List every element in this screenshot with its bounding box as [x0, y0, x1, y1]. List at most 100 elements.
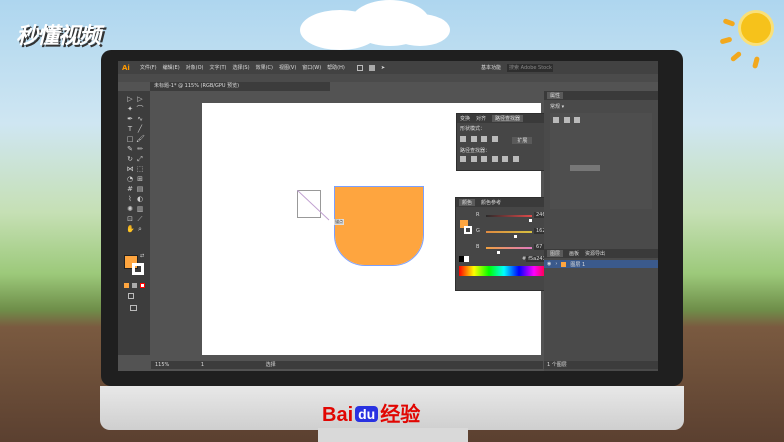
- hand-tool-icon[interactable]: ✋: [126, 225, 135, 233]
- curvature-tool-icon[interactable]: ∿: [136, 115, 144, 123]
- slider-thumb-g[interactable]: [514, 235, 518, 238]
- menu-file[interactable]: 文件(F): [140, 64, 157, 71]
- arrange-icon[interactable]: [356, 64, 363, 71]
- search-stock-input[interactable]: 搜索 Adobe Stock: [507, 63, 554, 72]
- menu-bar: Ai 文件(F) 编辑(E) 对象(O) 文字(T) 选择(S) 效果(C) 视…: [118, 61, 658, 74]
- mesh-tool-icon[interactable]: #: [126, 185, 134, 193]
- draw-mode-icon[interactable]: [128, 293, 134, 299]
- menu-view[interactable]: 视图(V): [279, 64, 296, 71]
- tab-align[interactable]: 对齐: [476, 115, 486, 122]
- align-center-icon[interactable]: [563, 117, 570, 123]
- grid-icon[interactable]: [368, 64, 375, 71]
- shape-modes-row: 扩展: [457, 134, 551, 144]
- visibility-eye-icon[interactable]: ◉: [547, 261, 551, 267]
- tab-artboards[interactable]: 画板: [569, 250, 579, 257]
- menu-type[interactable]: 文字(T): [210, 64, 227, 71]
- selected-rounded-shape[interactable]: [334, 186, 424, 266]
- layer-row[interactable]: ◉ › 图层 1: [544, 260, 658, 268]
- mode-dropdown[interactable]: 常规 ▾: [550, 103, 652, 110]
- exclude-icon[interactable]: [491, 136, 498, 142]
- expand-button[interactable]: 扩展: [512, 137, 533, 144]
- channel-g-slider[interactable]: [486, 231, 532, 233]
- outline-icon[interactable]: [502, 156, 509, 162]
- minus-back-icon[interactable]: [512, 156, 519, 162]
- shaper-tool-icon[interactable]: ✎: [126, 145, 134, 153]
- screen-mode-icon[interactable]: [130, 305, 137, 311]
- menu-effect[interactable]: 效果(C): [256, 64, 273, 71]
- line-tool-icon[interactable]: ╱: [136, 125, 144, 133]
- menu-object[interactable]: 对象(O): [186, 64, 204, 71]
- merge-icon[interactable]: [481, 156, 488, 162]
- minus-front-icon[interactable]: [470, 136, 477, 142]
- tab-pathfinder[interactable]: 路径查找器: [492, 115, 524, 122]
- selection-tool-icon[interactable]: ▷: [126, 95, 134, 103]
- slider-thumb-r[interactable]: [529, 219, 533, 222]
- anchor-point-label: 锚点: [334, 219, 344, 225]
- align-left-icon[interactable]: [553, 117, 559, 123]
- gradient-tool-icon[interactable]: ▤: [136, 185, 144, 193]
- align-right-icon[interactable]: [574, 117, 581, 123]
- stroke-swatch[interactable]: [132, 263, 144, 275]
- zoom-tool-icon[interactable]: ⌕: [136, 225, 144, 233]
- properties-field[interactable]: [570, 165, 600, 171]
- zoom-level[interactable]: 115%: [155, 362, 169, 368]
- tab-transform[interactable]: 变换: [460, 115, 470, 122]
- shape-builder-tool-icon[interactable]: ◔: [126, 175, 134, 183]
- baidu-jingyan-logo: Bai du 经验: [322, 404, 421, 426]
- paintbrush-tool-icon[interactable]: 🖌: [136, 135, 145, 143]
- column-graph-tool-icon[interactable]: ▥: [136, 205, 144, 213]
- tab-color-guide[interactable]: 颜色参考: [481, 199, 501, 206]
- swap-fill-stroke-icon[interactable]: ⇄: [140, 253, 144, 259]
- menu-help[interactable]: 帮助(H): [327, 64, 345, 71]
- menu-edit[interactable]: 编辑(E): [163, 64, 180, 71]
- status-mode: 选择: [265, 362, 276, 368]
- slider-thumb-b[interactable]: [496, 251, 500, 254]
- tab-asset-export[interactable]: 资源导出: [585, 250, 605, 257]
- menu-window[interactable]: 窗口(W): [302, 64, 321, 71]
- pen-tool-icon[interactable]: ✒: [126, 115, 134, 123]
- eyedropper-tool-icon[interactable]: ⌇: [126, 195, 134, 203]
- workspace-switcher[interactable]: 基本功能: [481, 64, 501, 71]
- rotate-tool-icon[interactable]: ↻: [126, 155, 134, 163]
- color-mode-icon[interactable]: [124, 283, 129, 288]
- channel-b-value[interactable]: 67: [534, 244, 545, 250]
- trim-icon[interactable]: [470, 156, 477, 162]
- menu-select[interactable]: 选择(S): [232, 64, 249, 71]
- scale-tool-icon[interactable]: ⤢: [136, 155, 144, 163]
- perspective-grid-tool-icon[interactable]: ⊞: [136, 175, 144, 183]
- pencil-tool-icon[interactable]: ✏: [136, 145, 144, 153]
- channel-b-slider[interactable]: [486, 247, 532, 249]
- properties-panel: 属性 常规 ▾ 图层 画板 资源导出 ◉ › 图层 1 1 个图层: [544, 91, 658, 371]
- unite-icon[interactable]: [460, 136, 466, 142]
- black-white-swatches[interactable]: [459, 256, 469, 262]
- page-number[interactable]: 1: [201, 362, 204, 368]
- gradient-mode-icon[interactable]: [132, 283, 137, 288]
- divide-icon[interactable]: [460, 156, 466, 162]
- intersect-icon[interactable]: [481, 136, 488, 142]
- width-tool-icon[interactable]: ⋈: [126, 165, 134, 173]
- rectangle-tool-icon[interactable]: □: [126, 135, 134, 143]
- slice-tool-icon[interactable]: ⟋: [136, 215, 144, 223]
- free-transform-tool-icon[interactable]: ⬚: [136, 165, 144, 173]
- send-icon[interactable]: ➤: [381, 65, 385, 71]
- magic-wand-tool-icon[interactable]: ✦: [126, 105, 134, 113]
- expand-layer-icon[interactable]: ›: [555, 261, 557, 267]
- none-mode-icon[interactable]: [140, 283, 145, 288]
- document-tab[interactable]: 未标题-1* @ 115% (RGB/GPU 预览): [150, 82, 330, 91]
- symbol-sprayer-tool-icon[interactable]: ✺: [126, 205, 134, 213]
- chevron-down-icon: ▾: [561, 104, 565, 110]
- direct-selection-tool-icon[interactable]: ▷: [136, 95, 144, 103]
- type-tool-icon[interactable]: T: [126, 125, 134, 133]
- tab-color[interactable]: 颜色: [459, 199, 476, 206]
- color-spectrum[interactable]: [459, 266, 549, 276]
- properties-panel-tabs: 属性: [544, 91, 658, 100]
- channel-r-slider[interactable]: [486, 215, 532, 217]
- crop-icon[interactable]: [491, 156, 498, 162]
- lasso-tool-icon[interactable]: ⌒: [136, 105, 144, 113]
- artboard-tool-icon[interactable]: ⊡: [126, 215, 134, 223]
- tab-properties[interactable]: 属性: [547, 92, 564, 99]
- blend-tool-icon[interactable]: ◐: [136, 195, 144, 203]
- tab-layers[interactable]: 图层: [547, 250, 564, 257]
- sun-ray-icon: [752, 56, 760, 69]
- color-stroke-swatch[interactable]: [464, 226, 472, 234]
